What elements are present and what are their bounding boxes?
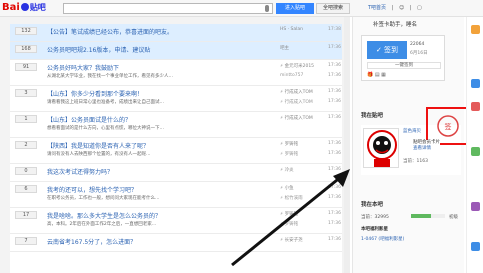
annotation-arrow <box>231 169 350 267</box>
